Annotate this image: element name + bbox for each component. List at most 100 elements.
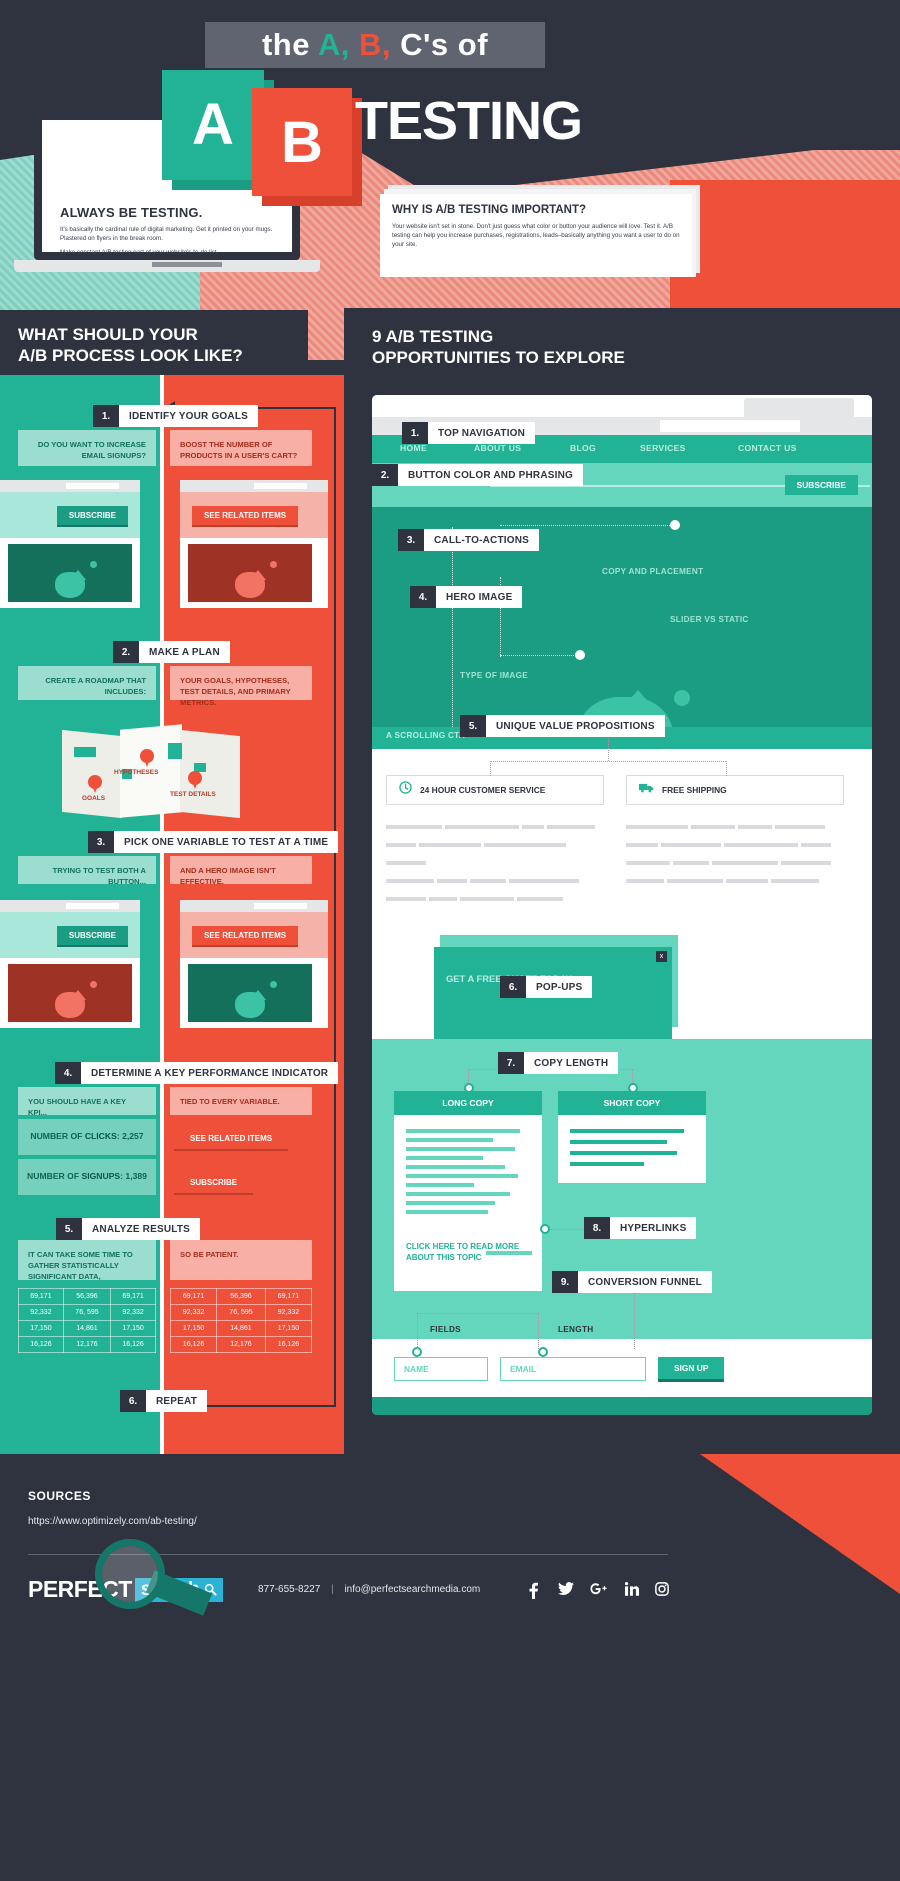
step-number: 8.	[584, 1217, 610, 1239]
subscribe-button[interactable]: SUBSCRIBE	[56, 926, 128, 945]
right-step-4[interactable]: 4. HERO IMAGE	[410, 586, 523, 608]
step-label: CONVERSION FUNNEL	[578, 1271, 712, 1293]
connector-line	[608, 735, 609, 761]
source-url[interactable]: https://www.optimizely.com/ab-testing/	[28, 1516, 197, 1527]
right-step-3[interactable]: 3. CALL-TO-ACTIONS	[398, 529, 540, 551]
site-footer-band	[372, 1397, 872, 1415]
value-prop-text: FREE SHIPPING	[662, 785, 727, 795]
letter-a: A	[192, 92, 234, 157]
annotation-fields: FIELDS	[430, 1325, 461, 1334]
short-copy-card: SHORT COPY	[558, 1091, 706, 1183]
table-cell: 69,171	[110, 1288, 156, 1305]
table-cell: 16,126	[110, 1336, 156, 1353]
connector-knob	[464, 1083, 474, 1093]
why-ab-testing-card-stack: WHY IS A/B TESTING IMPORTANT? Your websi…	[380, 185, 700, 277]
connector-line	[490, 761, 726, 762]
table-row: 69,171 56,396 69,171	[18, 1288, 156, 1305]
letter-b: B	[281, 110, 323, 175]
nav-item-home[interactable]: HOME	[400, 443, 427, 453]
sources-heading: SOURCES	[28, 1489, 91, 1503]
left-step-5[interactable]: 5. ANALYZE RESULTS	[56, 1218, 201, 1240]
name-field[interactable]: NAME	[394, 1357, 488, 1381]
annotation-type-of-image: TYPE OF IMAGE	[460, 671, 529, 680]
site-subscribe-button[interactable]: SUBSCRIBE	[784, 475, 858, 495]
step-label: COPY LENGTH	[524, 1052, 619, 1074]
right-step-1[interactable]: 1. TOP NAVIGATION	[402, 422, 536, 444]
email-field[interactable]: EMAIL	[500, 1357, 646, 1381]
sign-up-button[interactable]: SIGN UP	[658, 1357, 725, 1379]
connector-line	[490, 761, 491, 776]
left-step-1[interactable]: 1. IDENTIFY YOUR GOALS	[93, 405, 259, 427]
table-cell: 69,171	[18, 1288, 64, 1305]
nav-item-blog[interactable]: BLOG	[570, 443, 596, 453]
step-label: CALL-TO-ACTIONS	[424, 529, 540, 551]
right-step-8[interactable]: 8. HYPERLINKS	[584, 1217, 697, 1239]
left-step-2[interactable]: 2. MAKE A PLAN	[113, 641, 230, 663]
kpi-clicks-label: NUMBER OF	[30, 1131, 85, 1141]
linkedin-icon[interactable]	[624, 1582, 640, 1601]
left-step-4[interactable]: 4. DETERMINE A KEY PERFORMANCE INDICATOR	[55, 1062, 339, 1084]
why-body: Your website isn't set in stone. Don't j…	[392, 223, 680, 248]
kicker-cs: C's of	[400, 27, 489, 62]
why-ab-testing-card: WHY IS A/B TESTING IMPORTANT? Your websi…	[380, 194, 692, 277]
copy-length-section: LONG COPY CLICK HERE TO READ MORE ABOUT …	[372, 1039, 872, 1339]
step-label: PICK ONE VARIABLE TO TEST AT A TIME	[114, 831, 339, 853]
left-step-6[interactable]: 6. REPEAT	[120, 1390, 208, 1412]
magnifier-icon	[95, 1539, 165, 1609]
connector-knob	[575, 650, 585, 660]
map-block	[74, 747, 96, 757]
value-prop-text: 24 HOUR CUSTOMER SERVICE	[420, 785, 546, 795]
browser-tab-bar	[0, 480, 140, 492]
step-label: MAKE A PLAN	[139, 641, 230, 663]
annotation-length: LENGTH	[558, 1325, 594, 1334]
right-column-title-line1: 9 A/B TESTING	[372, 327, 494, 346]
left-column-title-line2: A/B PROCESS LOOK LIKE?	[18, 346, 243, 365]
right-step-2[interactable]: 2. BUTTON COLOR AND PHRASING	[372, 464, 583, 486]
table-row: 16,126 12,176 16,126	[18, 1336, 156, 1353]
square-a: A	[162, 70, 264, 180]
right-step-7[interactable]: 7. COPY LENGTH	[498, 1052, 619, 1074]
twitter-icon[interactable]	[558, 1582, 574, 1601]
left-step-3[interactable]: 3. PICK ONE VARIABLE TO TEST AT A TIME	[88, 831, 339, 853]
nav-item-about-us[interactable]: ABOUT US	[474, 443, 521, 453]
google-plus-icon[interactable]	[590, 1582, 607, 1601]
map-label-goals: GOALS	[82, 795, 106, 802]
right-column-title-line2: OPPORTUNITIES TO EXPLORE	[372, 348, 625, 367]
footer-contact: 877-655-8227 | info@perfectsearchmedia.c…	[258, 1584, 480, 1595]
link-underline-lines	[486, 1251, 536, 1260]
facebook-icon[interactable]	[528, 1582, 539, 1604]
instagram-icon[interactable]	[655, 1582, 669, 1601]
right-step-5[interactable]: 5. UNIQUE VALUE PROPOSITIONS	[460, 715, 665, 737]
right-step-9[interactable]: 9. CONVERSION FUNNEL	[552, 1271, 712, 1293]
long-copy-heading: LONG COPY	[394, 1091, 542, 1115]
step-label: HERO IMAGE	[436, 586, 523, 608]
right-step-6[interactable]: 6. POP-UPS	[500, 976, 593, 998]
laptop-notch	[152, 262, 222, 267]
footer-phone[interactable]: 877-655-8227	[258, 1584, 320, 1595]
always-be-testing-heading: ALWAYS BE TESTING.	[60, 205, 203, 220]
step-number: 2.	[372, 464, 398, 486]
subscribe-button[interactable]: SUBSCRIBE	[56, 506, 128, 525]
right-column-title: 9 A/B TESTING OPPORTUNITIES TO EXPLORE	[372, 326, 625, 368]
short-copy-lines	[558, 1115, 706, 1187]
nav-item-contact-us[interactable]: CONTACT US	[738, 443, 797, 453]
connector-line	[417, 1313, 537, 1314]
kicker-b: B,	[359, 27, 392, 62]
table-cell: 56,396	[62, 1288, 112, 1305]
close-icon[interactable]: x	[656, 951, 667, 962]
table-cell: 17,150	[110, 1320, 156, 1337]
browser-tab[interactable]	[744, 398, 854, 417]
step-number: 6.	[120, 1390, 146, 1412]
footer-email[interactable]: info@perfectsearchmedia.com	[344, 1584, 480, 1595]
connector-knob	[538, 1347, 548, 1357]
hero-image-placeholder	[8, 964, 132, 1022]
step-label: UNIQUE VALUE PROPOSITIONS	[486, 715, 665, 737]
nav-item-services[interactable]: SERVICES	[640, 443, 686, 453]
left-column-header: WHAT SHOULD YOUR A/B PROCESS LOOK LIKE?	[0, 310, 308, 375]
map-label-hypotheses: HYPOTHESES	[114, 769, 159, 776]
hero-image-placeholder	[8, 544, 132, 602]
step-number: 5.	[460, 715, 486, 737]
browser-body: SUBSCRIBE	[0, 912, 140, 958]
sun-shape	[89, 561, 97, 569]
url-input[interactable]	[660, 420, 800, 432]
